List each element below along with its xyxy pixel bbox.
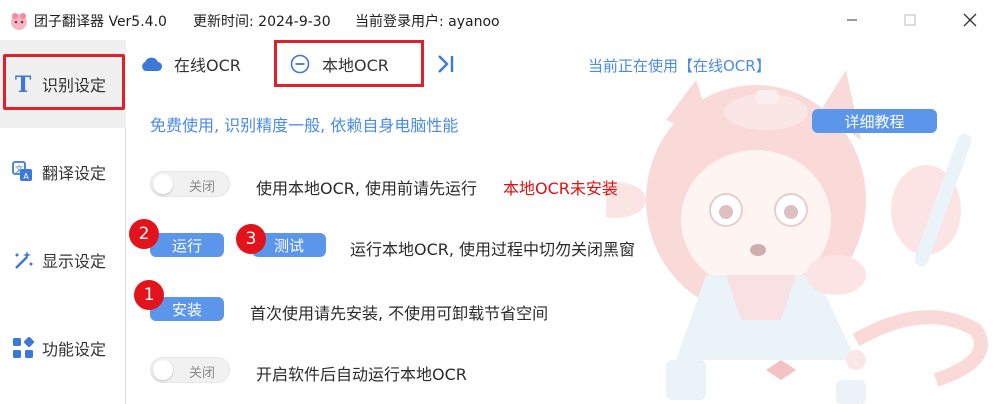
tab-label: 本地OCR [322, 56, 389, 75]
local-ocr-description: 免费使用, 识别精度一般, 依赖自身电脑性能 [150, 116, 459, 135]
sidebar-item-label: 识别设定 [42, 76, 107, 95]
auto-run-setting-text: 开启软件后自动运行本地OCR [256, 365, 467, 384]
tab-online-ocr[interactable]: 在线OCR [140, 44, 241, 84]
app-title: 团子翻译器 Ver5.4.0 [34, 14, 167, 30]
svg-text:T: T [15, 73, 32, 95]
toggle-knob [153, 360, 173, 380]
tab-local-ocr[interactable]: 本地OCR [290, 44, 389, 84]
background-character-art [606, 70, 988, 404]
step-badge-2: 2 [129, 219, 159, 249]
step-badge-3: 3 [236, 224, 266, 254]
sidebar-item-label: 翻译设定 [42, 164, 107, 183]
maximize-icon [904, 14, 916, 26]
translate-icon: 文 A [12, 161, 34, 183]
minimize-icon [847, 19, 857, 21]
toggle-knob [153, 174, 173, 194]
app-logo-icon [11, 13, 27, 30]
sidebar-item-recognition[interactable]: T 识别设定 [0, 40, 126, 128]
tab-label: 在线OCR [174, 56, 241, 75]
minimize-button[interactable] [829, 5, 875, 35]
sidebar-item-display[interactable]: 显示设定 [0, 216, 126, 304]
sidebar-item-translation[interactable]: 文 A 翻译设定 [0, 128, 126, 216]
collapse-tabs-button[interactable] [437, 44, 467, 84]
text-t-icon: T [12, 73, 34, 95]
magic-wand-icon [12, 249, 34, 271]
main-panel: 在线OCR 本地OCR 当前正在使用【在线OCR】 免费使用, 识别精度一般, … [126, 40, 996, 404]
run-button[interactable]: 运行 [150, 233, 224, 257]
tutorial-button[interactable]: 详细教程 [812, 109, 937, 133]
run-note: 运行本地OCR, 使用过程中切勿关闭黑窗 [350, 240, 636, 259]
install-note: 首次使用请先安装, 不使用可卸载节省空间 [250, 304, 549, 323]
close-icon [963, 13, 977, 27]
sidebar-item-label: 显示设定 [42, 252, 107, 271]
close-button[interactable] [947, 5, 993, 35]
auto-run-toggle[interactable]: 关闭 [150, 357, 230, 383]
grid-icon [12, 337, 34, 359]
sidebar-item-function[interactable]: 功能设定 [0, 304, 126, 392]
cloud-icon [140, 56, 162, 72]
not-installed-warning: 本地OCR未安装 [503, 179, 618, 198]
sidebar-item-label: 功能设定 [42, 340, 107, 359]
minus-circle-icon [290, 54, 310, 74]
step-badge-1: 1 [134, 280, 164, 310]
current-engine-status: 当前正在使用【在线OCR】 [588, 57, 771, 75]
toggle-label: 关闭 [189, 180, 216, 195]
update-time: 更新时间: 2024-9-30 [193, 14, 331, 30]
svg-text:A: A [23, 172, 29, 181]
title-bar: 团子翻译器 Ver5.4.0 更新时间: 2024-9-30 当前登录用户: a… [0, 0, 996, 40]
sidebar: T 识别设定 文 A 翻译设定 显示设定 功能设定 [0, 40, 126, 404]
svg-text:文: 文 [15, 164, 23, 174]
chevron-right-bar-icon [437, 54, 455, 74]
maximize-button[interactable] [887, 5, 933, 35]
current-user: 当前登录用户: ayanoo [355, 14, 500, 30]
local-ocr-setting-text: 使用本地OCR, 使用前请先运行 [256, 179, 478, 198]
local-ocr-toggle[interactable]: 关闭 [150, 171, 230, 197]
toggle-label: 关闭 [189, 366, 216, 381]
